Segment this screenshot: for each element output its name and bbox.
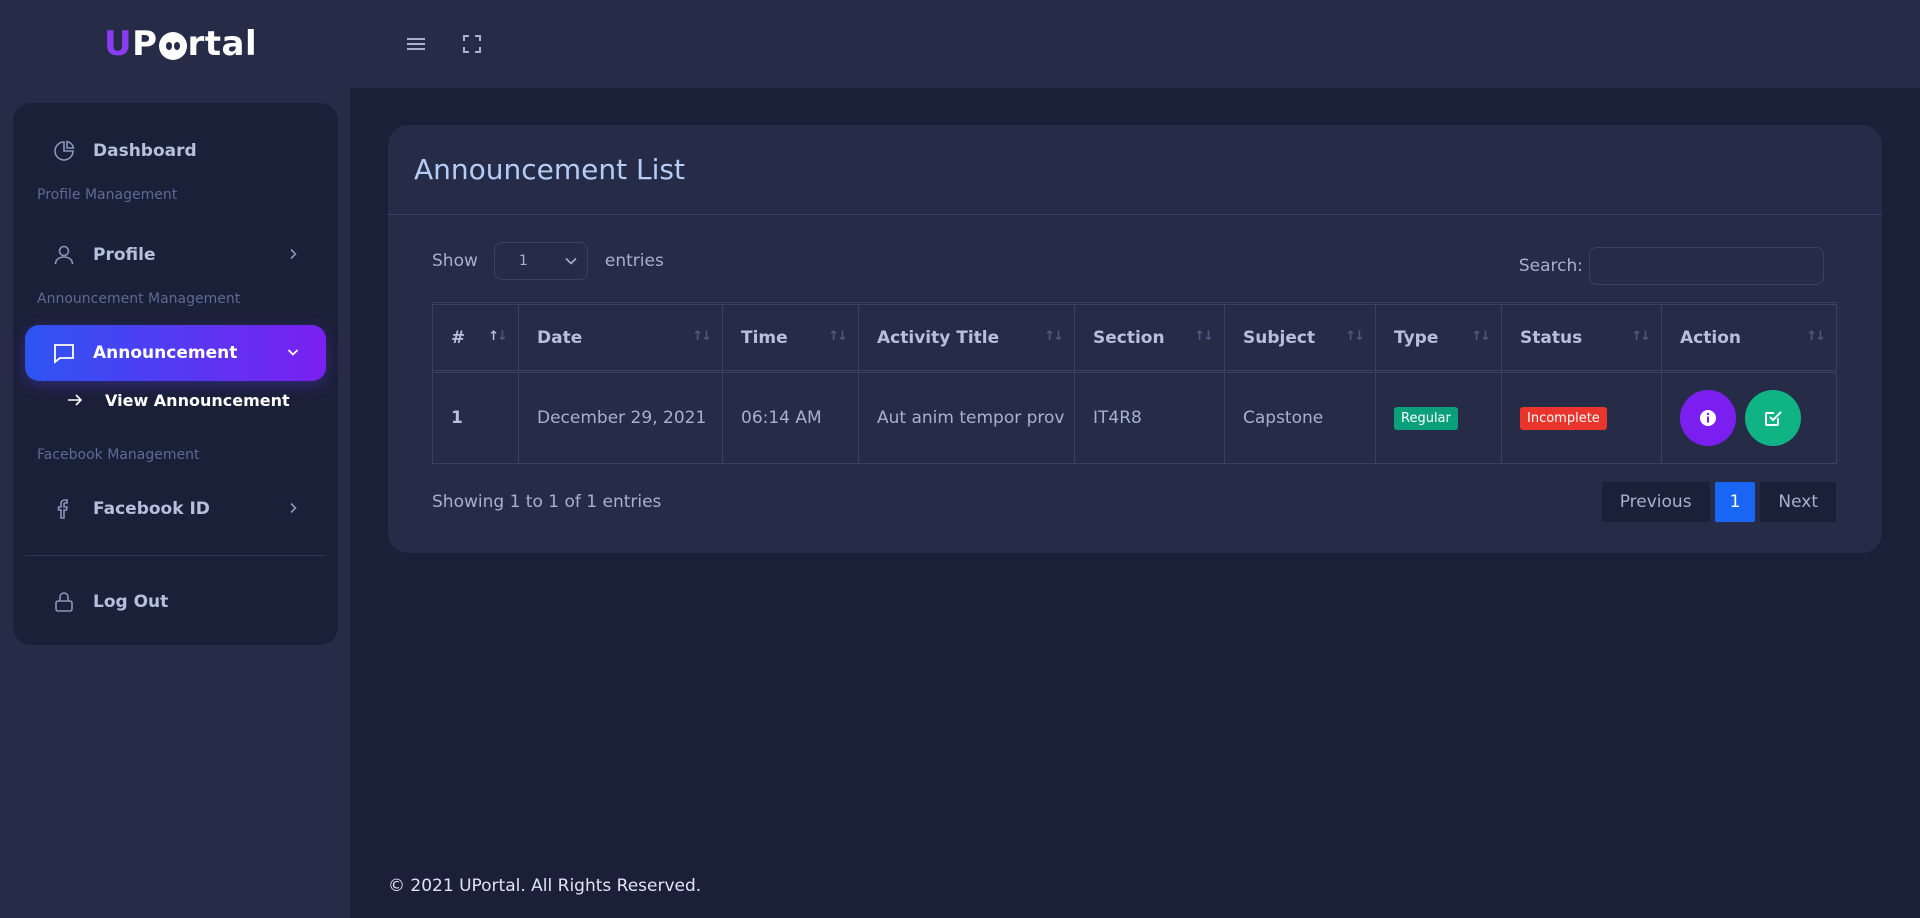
sort-icon[interactable]: ↑↓ [1345, 329, 1365, 344]
previous-page-button[interactable]: Previous [1601, 482, 1710, 522]
mark-complete-button[interactable] [1745, 390, 1802, 446]
chevron-down-icon [284, 343, 302, 361]
sort-icon[interactable]: ↑↓ [1471, 329, 1491, 344]
section-label-facebook: Facebook Management [37, 447, 200, 463]
chevron-down-icon [565, 257, 577, 265]
cell-date: December 29, 2021 [518, 371, 723, 464]
sort-ascending-icon[interactable]: ↑↓ [488, 329, 508, 344]
cell-number: 1 [432, 371, 519, 464]
announcement-table: # ↑↓ Date ↑↓ Time ↑↓ Activity Title ↑↓ S… [432, 302, 1837, 464]
cell-action [1661, 371, 1837, 464]
lock-icon [51, 589, 77, 615]
sidebar-divider [25, 555, 326, 556]
cell-activity-title: Aut anim tempor prov [858, 371, 1075, 464]
table-row: 1 December 29, 2021 06:14 AM Aut anim te… [432, 371, 1837, 464]
facebook-icon [51, 496, 77, 522]
entries-label: entries [604, 251, 664, 271]
column-header-status[interactable]: Status ↑↓ [1501, 302, 1662, 373]
cell-type: Regular [1375, 371, 1502, 464]
sidebar-item-announcement[interactable]: Announcement [25, 325, 326, 381]
logo-p: P [132, 24, 158, 64]
section-label-announcement: Announcement Management [37, 291, 241, 307]
chevron-right-icon [284, 245, 302, 263]
sidebar: Dashboard Profile Management Profile Ann… [13, 103, 338, 645]
sidebar-item-facebook[interactable]: Facebook ID [25, 481, 326, 537]
column-header-action[interactable]: Action ↑↓ [1661, 302, 1837, 373]
sort-icon[interactable]: ↑↓ [828, 329, 848, 344]
column-header-type[interactable]: Type ↑↓ [1375, 302, 1502, 373]
sort-icon[interactable]: ↑↓ [1194, 329, 1214, 344]
column-header-subject[interactable]: Subject ↑↓ [1224, 302, 1376, 373]
section-label-profile: Profile Management [37, 187, 178, 203]
fullscreen-icon [463, 35, 481, 53]
pie-chart-icon [51, 138, 77, 164]
sidebar-item-label: Log Out [93, 592, 169, 612]
fullscreen-button[interactable] [458, 30, 486, 58]
sidebar-item-profile[interactable]: Profile [25, 227, 326, 283]
footer-copyright: © 2021 UPortal. All Rights Reserved. [388, 876, 702, 896]
sidebar-item-logout[interactable]: Log Out [25, 574, 326, 630]
page-title: Announcement List [414, 153, 685, 186]
status-badge: Incomplete [1520, 406, 1607, 430]
check-square-icon [1765, 411, 1783, 426]
cell-time: 06:14 AM [722, 371, 859, 464]
sidebar-subitem-view-announcement[interactable]: View Announcement [67, 387, 290, 413]
sidebar-item-dashboard[interactable]: Dashboard [25, 123, 326, 179]
info-icon [1700, 410, 1716, 426]
cell-status: Incomplete [1501, 371, 1662, 464]
announcement-card: Announcement List Show 1 entries Search:… [388, 125, 1882, 553]
search-label: Search: [1518, 256, 1583, 276]
cell-section: IT4R8 [1074, 371, 1225, 464]
column-header-section[interactable]: Section ↑↓ [1074, 302, 1225, 373]
next-page-button[interactable]: Next [1760, 482, 1836, 522]
arrow-right-icon [67, 393, 87, 407]
sort-icon[interactable]: ↑↓ [1044, 329, 1064, 344]
entries-select-value: 1 [518, 253, 528, 269]
logo-suffix: rtal [187, 24, 258, 64]
column-header-date[interactable]: Date ↑↓ [518, 302, 723, 373]
pagination: Previous 1 Next [1601, 482, 1836, 522]
hamburger-icon [407, 38, 425, 50]
show-label: Show [432, 251, 478, 271]
logo-face-icon [158, 32, 187, 60]
logo-prefix: U [104, 24, 133, 64]
type-badge: Regular [1394, 406, 1458, 430]
sort-icon[interactable]: ↑↓ [692, 329, 712, 344]
view-info-button[interactable] [1680, 390, 1736, 446]
sidebar-item-label: Dashboard [93, 141, 197, 161]
table-info: Showing 1 to 1 of 1 entries [432, 492, 662, 512]
search-input[interactable] [1589, 247, 1824, 285]
page-1-button[interactable]: 1 [1714, 482, 1756, 522]
column-header-time[interactable]: Time ↑↓ [722, 302, 859, 373]
search-control: Search: [1519, 247, 1824, 285]
sort-icon[interactable]: ↑↓ [1806, 329, 1826, 344]
sidebar-subitem-label: View Announcement [105, 390, 290, 410]
user-icon [51, 242, 77, 268]
sidebar-item-label: Profile [93, 245, 156, 265]
sidebar-item-label: Announcement [93, 343, 238, 363]
message-square-icon [51, 340, 77, 366]
sort-icon[interactable]: ↑↓ [1631, 329, 1651, 344]
cell-subject: Capstone [1224, 371, 1376, 464]
column-header-activity-title[interactable]: Activity Title ↑↓ [858, 302, 1075, 373]
card-divider [388, 214, 1882, 215]
table-header-row: # ↑↓ Date ↑↓ Time ↑↓ Activity Title ↑↓ S… [432, 302, 1837, 373]
column-header-number[interactable]: # ↑↓ [432, 302, 519, 373]
entries-select[interactable]: 1 [493, 242, 588, 280]
uportal-logo[interactable]: U P rtal [104, 24, 257, 64]
top-header: U P rtal [0, 0, 1920, 88]
entries-length-control: Show 1 entries [432, 242, 664, 280]
sidebar-item-label: Facebook ID [93, 499, 210, 519]
chevron-right-icon [284, 499, 302, 517]
hamburger-menu-button[interactable] [402, 30, 430, 58]
